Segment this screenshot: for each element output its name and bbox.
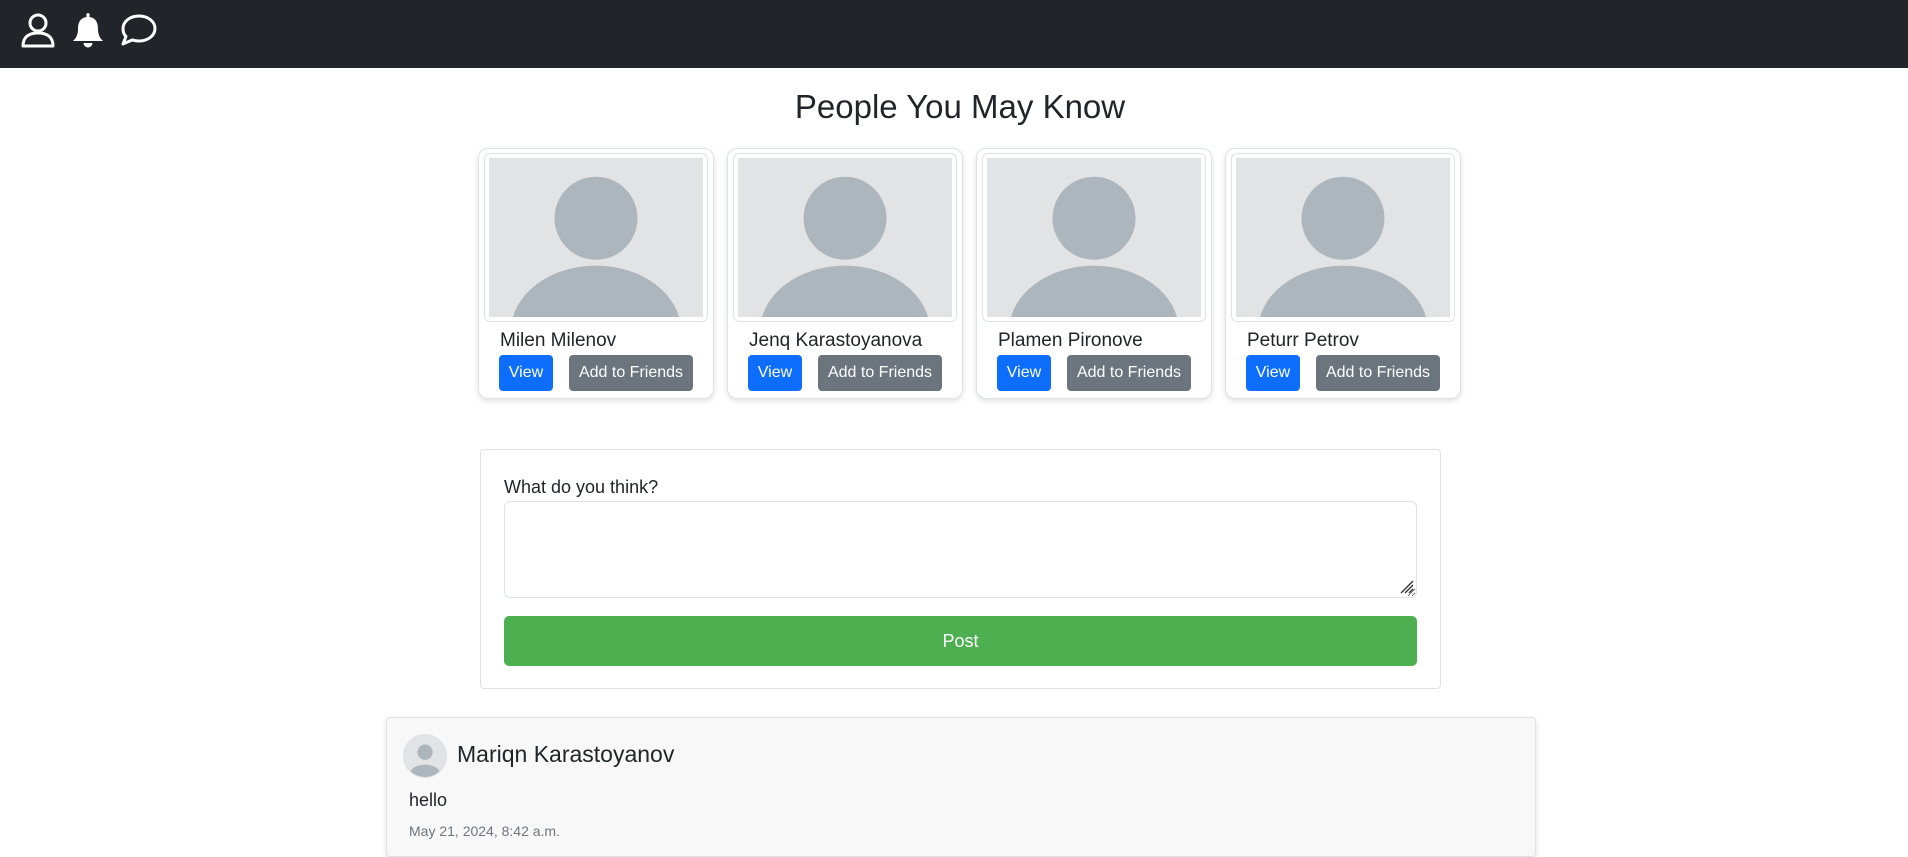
- post-author[interactable]: Mariqn Karastoyanov: [457, 738, 674, 770]
- suggestion-name: Jenq Karastoyanova: [749, 330, 923, 351]
- resize-handle-icon[interactable]: [1398, 578, 1414, 594]
- avatar-placeholder-icon: [1236, 158, 1450, 317]
- profile-picture: [733, 153, 957, 322]
- post-textarea[interactable]: [504, 501, 1417, 598]
- profile-picture: [1231, 153, 1455, 322]
- top-navbar: [0, 0, 1908, 68]
- view-button[interactable]: View: [748, 355, 802, 391]
- feed-post: Mariqn Karastoyanov hello May 21, 2024, …: [386, 717, 1536, 857]
- post-date: May 21, 2024, 8:42 a.m.: [409, 823, 560, 839]
- post-textarea-label: What do you think?: [504, 477, 659, 497]
- view-button[interactable]: View: [1246, 355, 1300, 391]
- bell-icon[interactable]: [68, 10, 108, 50]
- suggestion-card: Plamen Pironove View Add to Friends: [976, 148, 1212, 399]
- profile-picture: [982, 153, 1206, 322]
- avatar[interactable]: [403, 734, 447, 778]
- avatar-placeholder-icon: [489, 158, 703, 317]
- view-button[interactable]: View: [997, 355, 1051, 391]
- avatar-placeholder-icon: [738, 158, 952, 317]
- chat-icon[interactable]: [118, 10, 158, 50]
- user-icon[interactable]: [18, 10, 58, 50]
- add-to-friends-button[interactable]: Add to Friends: [1316, 355, 1440, 391]
- page-title: People You May Know: [794, 88, 1126, 125]
- suggestion-card: Milen Milenov View Add to Friends: [478, 148, 714, 399]
- suggestion-card: Jenq Karastoyanova View Add to Friends: [727, 148, 963, 399]
- view-button[interactable]: View: [499, 355, 553, 391]
- add-to-friends-button[interactable]: Add to Friends: [1067, 355, 1191, 391]
- suggestion-name: Milen Milenov: [500, 330, 617, 351]
- profile-picture: [484, 153, 708, 322]
- avatar-placeholder-icon: [404, 735, 446, 777]
- suggestion-name: Plamen Pironove: [998, 330, 1143, 351]
- avatar-placeholder-icon: [987, 158, 1201, 317]
- post-form: What do you think? Post: [480, 449, 1441, 689]
- suggestion-name: Peturr Petrov: [1247, 330, 1359, 351]
- add-to-friends-button[interactable]: Add to Friends: [818, 355, 942, 391]
- post-content: hello: [409, 790, 448, 810]
- post-button[interactable]: Post: [504, 616, 1417, 666]
- suggestion-card: Peturr Petrov View Add to Friends: [1225, 148, 1461, 399]
- add-to-friends-button[interactable]: Add to Friends: [569, 355, 693, 391]
